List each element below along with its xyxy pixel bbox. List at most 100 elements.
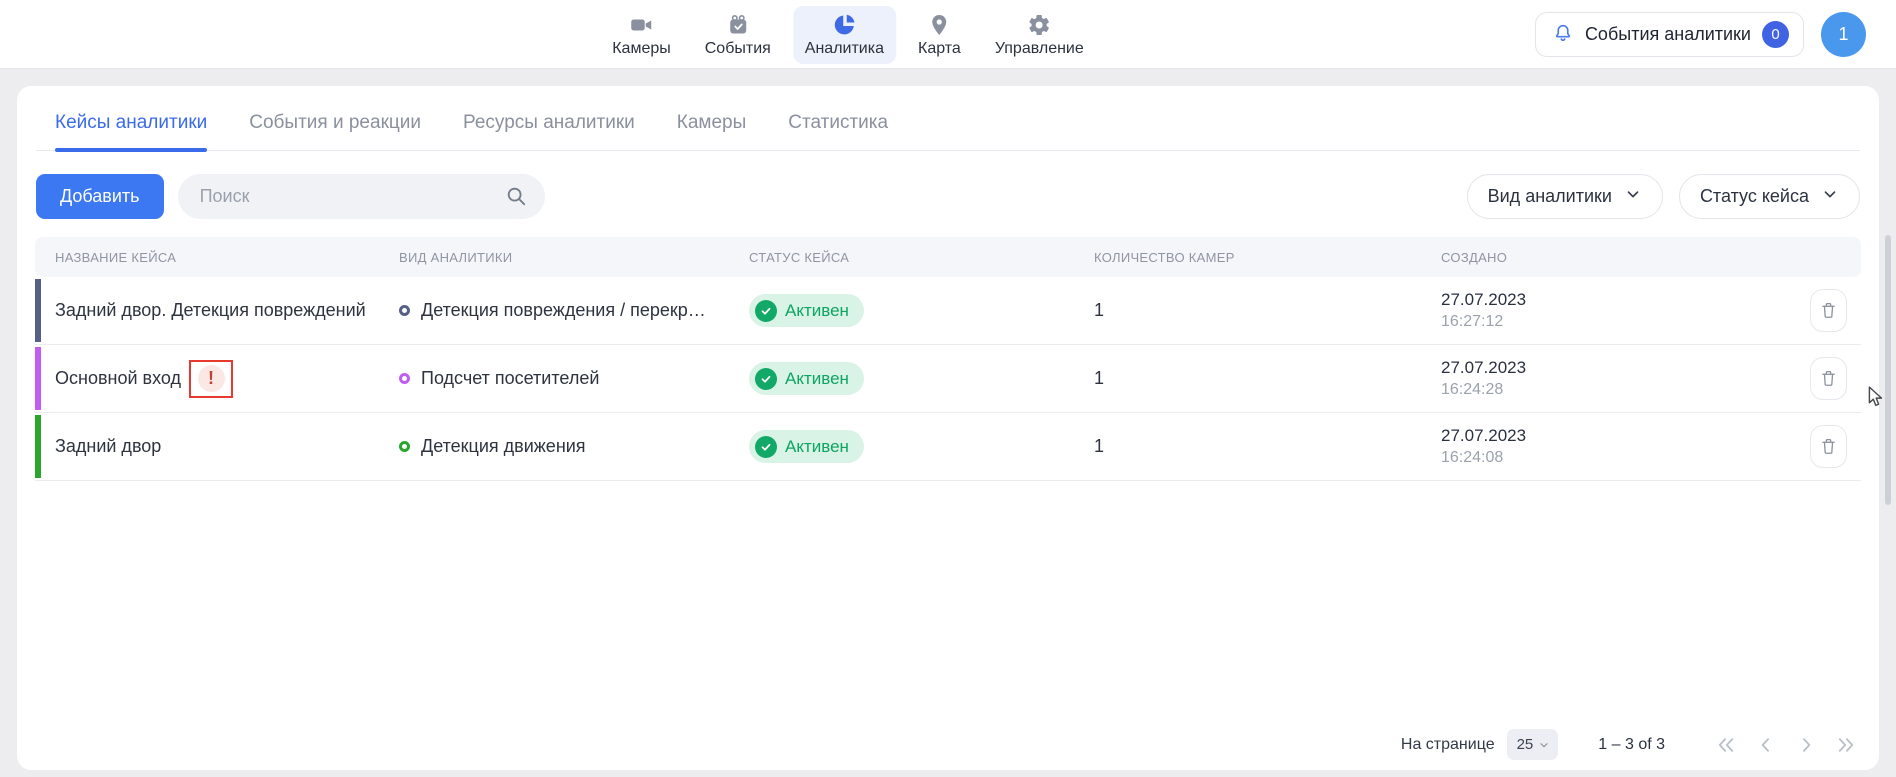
table-row[interactable]: Задний двор Детекция движения Активен 1 … [35,413,1861,481]
tab-cameras[interactable]: Камеры [677,112,747,150]
analytics-type-ring-icon [399,441,410,452]
analytics-type-label: Детекция повреждения / перекр… [421,300,706,321]
analytics-type-label: Подсчет посетителей [421,368,599,389]
chevron-down-icon [1624,185,1642,208]
warning-icon: ! [198,365,225,392]
chevron-down-icon [1538,739,1550,751]
events-count-badge: 0 [1762,21,1789,48]
case-name: Основной вход [55,368,181,389]
gear-icon [1027,13,1051,37]
pie-chart-icon [832,13,856,37]
row-color-stripe [35,415,41,478]
table-row[interactable]: Основной вход ! Подсчет посетителей Акти… [35,345,1861,413]
case-name-cell: Основной вход ! [55,360,399,398]
status-label: Активен [785,301,849,321]
per-page-select[interactable]: 25 [1507,729,1559,760]
created-date: 27.07.2023 [1441,358,1526,378]
camera-count-cell: 1 [1094,368,1441,389]
created-date: 27.07.2023 [1441,426,1526,446]
case-name: Задний двор [55,436,161,457]
delete-case-button[interactable] [1810,289,1847,332]
pagination-range: 1 – 3 of 3 [1598,736,1665,754]
pager-controls [1715,734,1857,756]
search-icon [505,185,527,212]
table-header: НАЗВАНИЕ КЕЙСА ВИД АНАЛИТИКИ СТАТУС КЕЙС… [35,237,1861,277]
camera-count-cell: 1 [1094,300,1441,321]
trash-icon [1820,301,1837,320]
col-case-name: НАЗВАНИЕ КЕЙСА [55,250,399,265]
status-cell: Активен [749,362,1094,395]
case-name-cell: Задний двор [55,436,399,457]
nav-item-management[interactable]: Управление [983,6,1096,64]
content-card: Кейсы аналитики События и реакции Ресурс… [17,86,1879,770]
analytics-type-cell: Детекция повреждения / перекр… [399,300,749,321]
top-right-controls: События аналитики 0 1 [1535,12,1866,57]
last-page-button[interactable] [1835,734,1857,756]
nav-label: Аналитика [805,40,884,58]
filter-case-status[interactable]: Статус кейса [1679,174,1860,219]
analytics-type-cell: Подсчет посетителей [399,368,749,389]
nav-label: Карта [918,40,961,58]
calendar-check-icon [726,13,750,37]
created-cell: 27.07.2023 16:24:28 [1441,357,1861,400]
first-page-button[interactable] [1715,734,1737,756]
row-color-stripe [35,347,41,410]
toolbar: Добавить Вид аналитики Статус кейса [36,174,1860,219]
prev-page-button[interactable] [1755,734,1777,756]
analytics-events-button[interactable]: События аналитики 0 [1535,12,1804,57]
status-cell: Активен [749,294,1094,327]
top-bar: Камеры События Аналитика Карта Управлени [0,0,1896,69]
tab-analytics-resources[interactable]: Ресурсы аналитики [463,112,635,150]
per-page-value: 25 [1517,736,1534,753]
analytics-tabs: Кейсы аналитики События и реакции Ресурс… [36,86,1860,151]
row-color-stripe [35,279,41,342]
next-page-button[interactable] [1795,734,1817,756]
status-label: Активен [785,437,849,457]
delete-case-button[interactable] [1810,425,1847,468]
nav-item-analytics[interactable]: Аналитика [793,6,896,64]
per-page-label: На странице [1401,736,1495,754]
search-input[interactable] [178,174,545,219]
filter-analytics-type[interactable]: Вид аналитики [1467,174,1663,219]
tab-statistics[interactable]: Статистика [788,112,888,150]
created-time: 16:24:08 [1441,449,1526,467]
tab-events-reactions[interactable]: События и реакции [249,112,421,150]
analytics-events-label: События аналитики [1585,24,1751,45]
main-navigation: Камеры События Аналитика Карта Управлени [600,6,1096,64]
nav-label: Управление [995,40,1084,58]
nav-item-events[interactable]: События [693,6,783,64]
search-box [178,174,545,219]
analytics-type-label: Детекция движения [421,436,586,457]
pagination-bar: На странице 25 1 – 3 of 3 [1401,729,1857,760]
user-avatar[interactable]: 1 [1821,12,1866,57]
col-camera-count: КОЛИЧЕСТВО КАМЕР [1094,250,1441,265]
tab-analytics-cases[interactable]: Кейсы аналитики [55,112,207,150]
col-analytics-type: ВИД АНАЛИТИКИ [399,250,749,265]
analytics-type-cell: Детекция движения [399,436,749,457]
filter-label: Статус кейса [1700,186,1809,207]
warning-highlight-box: ! [189,360,233,398]
status-check-icon [755,368,777,390]
nav-item-map[interactable]: Карта [906,6,973,64]
created-time: 16:27:12 [1441,313,1526,331]
created-date: 27.07.2023 [1441,290,1526,310]
nav-label: Камеры [612,40,671,58]
analytics-type-ring-icon [399,305,410,316]
created-datetime: 27.07.2023 16:27:12 [1441,290,1526,331]
table-row[interactable]: Задний двор. Детекция повреждений Детекц… [35,277,1861,345]
status-label: Активен [785,369,849,389]
bell-icon [1552,22,1574,47]
nav-item-cameras[interactable]: Камеры [600,6,683,64]
nav-label: События [705,40,771,58]
col-created: СОЗДАНО [1441,250,1861,265]
status-badge: Активен [749,294,864,327]
case-name: Задний двор. Детекция повреждений [55,300,366,321]
case-name-cell: Задний двор. Детекция повреждений [55,300,399,321]
col-case-status: СТАТУС КЕЙСА [749,250,1094,265]
status-badge: Активен [749,362,864,395]
vertical-scrollbar-thumb[interactable] [1885,235,1891,505]
add-button[interactable]: Добавить [36,174,164,219]
delete-case-button[interactable] [1810,357,1847,400]
created-datetime: 27.07.2023 16:24:08 [1441,426,1526,467]
created-datetime: 27.07.2023 16:24:28 [1441,358,1526,399]
